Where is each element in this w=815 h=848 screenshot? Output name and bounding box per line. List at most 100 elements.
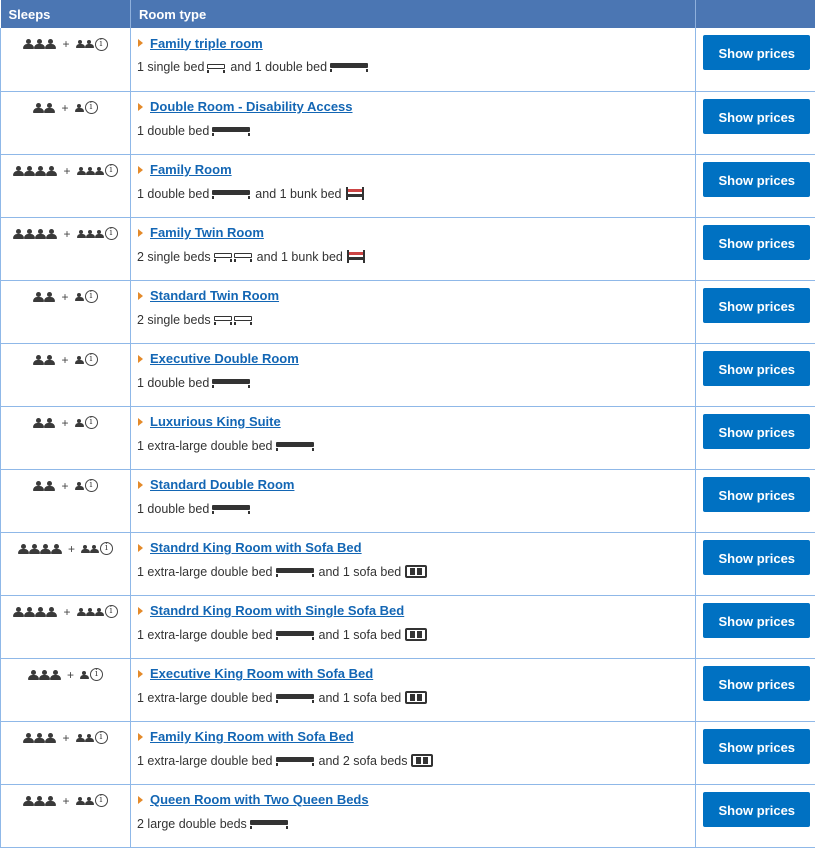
- plus-sign: +: [67, 669, 74, 681]
- room-type-cell: Family King Room with Sofa Bed 1 extra-l…: [131, 721, 696, 784]
- room-name-link[interactable]: Family triple room: [150, 36, 263, 51]
- bed-configuration: 1 extra-large double bedand 2 sofa beds: [137, 753, 695, 769]
- show-prices-button[interactable]: Show prices: [703, 351, 810, 386]
- room-name-link[interactable]: Executive Double Room: [150, 351, 299, 366]
- person-icon: [86, 608, 94, 616]
- table-row: + i Family King Room with Sofa Bed 1 ext…: [1, 721, 815, 784]
- info-icon[interactable]: i: [95, 38, 108, 51]
- show-prices-button[interactable]: Show prices: [703, 540, 810, 575]
- arrow-right-icon: [138, 670, 143, 678]
- info-icon[interactable]: i: [105, 605, 118, 618]
- show-prices-button[interactable]: Show prices: [703, 99, 810, 134]
- person-icon: [35, 166, 45, 176]
- info-icon[interactable]: i: [95, 731, 108, 744]
- show-prices-button[interactable]: Show prices: [703, 729, 810, 764]
- person-icon: [90, 545, 98, 553]
- info-icon[interactable]: i: [85, 353, 98, 366]
- person-icon: [75, 104, 83, 112]
- sleeps-cell: + i: [1, 532, 131, 595]
- person-icon: [34, 796, 44, 806]
- sleeps-cell: + i: [1, 658, 131, 721]
- info-icon[interactable]: i: [105, 164, 118, 177]
- sleeps-cell: + i: [1, 154, 131, 217]
- person-icon: [33, 292, 43, 302]
- show-prices-button[interactable]: Show prices: [703, 288, 810, 323]
- table-header-row: Sleeps Room type: [1, 0, 815, 28]
- sleeps-cell: + i: [1, 28, 131, 91]
- plus-sign: +: [61, 291, 68, 303]
- room-name-link[interactable]: Double Room - Disability Access: [150, 99, 353, 114]
- room-name-link[interactable]: Family King Room with Sofa Bed: [150, 729, 354, 744]
- table-row: + i Family Room 1 double bedand 1 bunk b…: [1, 154, 815, 217]
- double-bed-icon: [212, 189, 250, 199]
- plus-sign: +: [61, 354, 68, 366]
- sleeps-cell: + i: [1, 280, 131, 343]
- bed-configuration: 1 extra-large double bedand 1 sofa bed: [137, 690, 695, 706]
- info-icon[interactable]: i: [100, 542, 113, 555]
- info-icon[interactable]: i: [85, 101, 98, 114]
- header-action: [696, 0, 815, 28]
- adult-occupancy-icons: [28, 670, 60, 680]
- sofa-bed-icon: [405, 565, 427, 578]
- xl-bed-icon: [276, 756, 314, 766]
- adult-occupancy-icons: [33, 292, 54, 302]
- bed-description: 2 single beds: [137, 313, 211, 327]
- person-icon: [75, 356, 83, 364]
- room-name-link[interactable]: Standard Double Room: [150, 477, 294, 492]
- plus-sign: +: [63, 165, 70, 177]
- room-name-link[interactable]: Standard Twin Room: [150, 288, 279, 303]
- sleeps-cell: + i: [1, 406, 131, 469]
- show-prices-button[interactable]: Show prices: [703, 414, 810, 449]
- show-prices-button[interactable]: Show prices: [703, 477, 810, 512]
- room-name-link[interactable]: Family Twin Room: [150, 225, 264, 240]
- person-icon: [45, 39, 55, 49]
- info-icon[interactable]: i: [90, 668, 103, 681]
- room-list: + i Family triple room 1 single bedand 1…: [1, 28, 815, 847]
- plus-sign: +: [68, 543, 75, 555]
- bed-description: 1 single bed: [137, 60, 204, 74]
- single-bed-icon: [214, 314, 232, 325]
- info-icon[interactable]: i: [85, 416, 98, 429]
- arrow-right-icon: [138, 544, 143, 552]
- room-type-cell: Executive King Room with Sofa Bed 1 extr…: [131, 658, 696, 721]
- bunk-bed-icon: [347, 250, 365, 263]
- show-prices-button[interactable]: Show prices: [703, 603, 810, 638]
- sleeps-cell: + i: [1, 217, 131, 280]
- person-icon: [45, 796, 55, 806]
- bed-description: 1 double bed: [137, 187, 209, 201]
- sleeps-capacity: + i: [1, 218, 130, 241]
- show-prices-button[interactable]: Show prices: [703, 162, 810, 197]
- room-name-link[interactable]: Standrd King Room with Single Sofa Bed: [150, 603, 404, 618]
- person-icon: [24, 166, 34, 176]
- person-icon: [34, 733, 44, 743]
- person-icon: [24, 607, 34, 617]
- person-icon: [86, 230, 94, 238]
- person-icon: [35, 607, 45, 617]
- table-row: + i Standrd King Room with Single Sofa B…: [1, 595, 815, 658]
- room-type-cell: Standrd King Room with Single Sofa Bed 1…: [131, 595, 696, 658]
- room-name-link[interactable]: Family Room: [150, 162, 232, 177]
- room-name-link[interactable]: Luxurious King Suite: [150, 414, 281, 429]
- info-icon[interactable]: i: [95, 794, 108, 807]
- room-name-link[interactable]: Executive King Room with Sofa Bed: [150, 666, 373, 681]
- action-cell: Show prices: [696, 595, 815, 658]
- person-icon: [35, 229, 45, 239]
- arrow-right-icon: [138, 292, 143, 300]
- room-name-link[interactable]: Standrd King Room with Sofa Bed: [150, 540, 362, 555]
- person-icon: [46, 166, 56, 176]
- info-icon[interactable]: i: [105, 227, 118, 240]
- child-occupancy-icons: [75, 482, 83, 490]
- show-prices-button[interactable]: Show prices: [703, 35, 810, 70]
- header-sleeps: Sleeps: [1, 0, 131, 28]
- sleeps-capacity: + i: [1, 659, 130, 682]
- info-icon[interactable]: i: [85, 479, 98, 492]
- show-prices-button[interactable]: Show prices: [703, 225, 810, 260]
- show-prices-button[interactable]: Show prices: [703, 792, 810, 827]
- show-prices-button[interactable]: Show prices: [703, 666, 810, 701]
- bed-description: 1 double bed: [137, 124, 209, 138]
- double-bed-icon: [212, 126, 250, 136]
- room-name-link[interactable]: Queen Room with Two Queen Beds: [150, 792, 369, 807]
- sleeps-capacity: + i: [1, 596, 130, 619]
- info-icon[interactable]: i: [85, 290, 98, 303]
- plus-sign: +: [63, 228, 70, 240]
